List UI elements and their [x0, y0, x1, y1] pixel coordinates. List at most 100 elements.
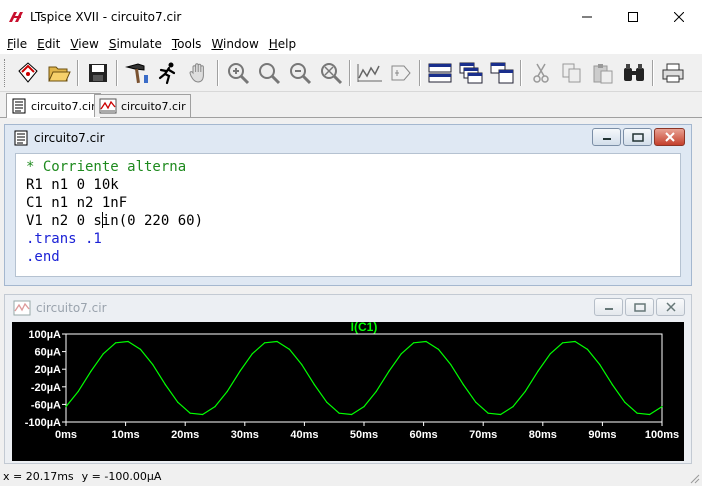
- waveform-icon: [99, 98, 117, 114]
- y-tick-label: -20µA: [31, 382, 61, 394]
- series-line-i-c1: [65, 340, 663, 416]
- plot-window-titlebar[interactable]: circuito7.cir: [5, 295, 691, 320]
- minimize-button[interactable]: [564, 0, 610, 33]
- tab-netlist[interactable]: circuito7.cir: [6, 93, 101, 118]
- series-point: [624, 401, 626, 403]
- open-schematic-button[interactable]: [12, 58, 43, 88]
- title-bar[interactable]: LTspice XVII - circuito7.cir: [0, 0, 702, 33]
- menu-help[interactable]: Help: [264, 37, 301, 51]
- cascade-icon: [459, 62, 482, 83]
- menu-file[interactable]: File: [2, 37, 32, 51]
- series-point: [102, 353, 104, 355]
- maximize-button[interactable]: [610, 0, 656, 33]
- netlist-line: * Corriente alterna: [26, 159, 187, 175]
- menu-edit[interactable]: Edit: [32, 37, 65, 51]
- netlist-window[interactable]: circuito7.cir * Corriente alterna R1 n1 …: [4, 124, 692, 286]
- autorange-button[interactable]: [354, 58, 385, 88]
- series-point: [251, 353, 253, 355]
- tile-horizontal-button[interactable]: [424, 58, 455, 88]
- maximize-icon: [633, 302, 646, 312]
- minimize-icon: [602, 138, 611, 140]
- zoom-full-button[interactable]: [315, 58, 346, 88]
- waveform-plot[interactable]: I(C1) 100µA 60µA 20µA -20µA -60µA -100µA 0ms 10m…: [12, 322, 684, 461]
- series-point: [512, 406, 514, 408]
- zoom-in-icon: [227, 62, 249, 84]
- minimize-icon: [582, 16, 592, 17]
- run-button[interactable]: [152, 58, 183, 88]
- x-tick-label: 90ms: [588, 429, 616, 441]
- print-button[interactable]: [657, 58, 688, 88]
- plot-minimize-button[interactable]: [594, 298, 623, 316]
- menu-simulate[interactable]: Simulate: [104, 37, 167, 51]
- menu-simulate-label: imulate: [116, 36, 162, 51]
- zoom-out-button[interactable]: [284, 58, 315, 88]
- menu-bar: File Edit View Simulate Tools Window Hel…: [0, 33, 702, 54]
- resize-grip-icon[interactable]: [688, 472, 700, 484]
- series-point: [524, 390, 527, 392]
- series-point: [351, 413, 353, 416]
- netlist-editor[interactable]: * Corriente alterna R1 n1 0 10k C1 n1 n2…: [15, 153, 681, 277]
- close-button[interactable]: [656, 0, 702, 33]
- save-button[interactable]: [82, 58, 113, 88]
- tab-waveform[interactable]: circuito7.cir: [94, 94, 191, 117]
- menu-window[interactable]: Window: [206, 37, 263, 51]
- tile-vertical-button[interactable]: [486, 58, 517, 88]
- copy-button[interactable]: [556, 58, 587, 88]
- y-tick-label: 20µA: [34, 364, 61, 376]
- waveform-chart[interactable]: I(C1) 100µA 60µA 20µA -20µA -60µA -100µA0ms 10m…: [12, 322, 684, 461]
- menu-tools[interactable]: Tools: [167, 37, 207, 51]
- netlist-window-titlebar[interactable]: circuito7.cir: [5, 125, 691, 150]
- halt-button[interactable]: [183, 58, 214, 88]
- netlist-close-button[interactable]: [654, 128, 685, 146]
- x-tick-label: 10ms: [112, 429, 140, 441]
- y-tick-label: 60µA: [34, 347, 61, 359]
- toolbar-separator: [349, 59, 351, 86]
- cut-button[interactable]: [525, 58, 556, 88]
- open-folder-icon: [47, 66, 71, 81]
- menu-tools-label: ools: [177, 36, 202, 51]
- tab-netlist-label: circuito7.cir: [31, 99, 96, 113]
- x-tick-label: 0ms: [55, 429, 77, 441]
- series-point: [475, 401, 477, 403]
- control-panel-hammer-icon: [124, 62, 148, 83]
- toolbar: [0, 54, 702, 92]
- menu-edit-accel: E: [37, 36, 45, 51]
- series-point: [115, 342, 117, 344]
- menu-view[interactable]: View: [65, 37, 103, 51]
- find-button[interactable]: [618, 58, 649, 88]
- zoom-area-button[interactable]: [253, 58, 284, 88]
- toolbar-separator: [77, 59, 79, 86]
- zoom-full-icon: [320, 62, 342, 84]
- zoom-in-button[interactable]: [222, 58, 253, 88]
- plot-close-button[interactable]: [656, 298, 685, 316]
- halt-hand-icon: [189, 62, 204, 83]
- series-point: [388, 370, 390, 372]
- x-tick-label: 60ms: [410, 429, 438, 441]
- probe-button[interactable]: [385, 58, 416, 88]
- series-point: [400, 353, 402, 355]
- series-point: [500, 413, 502, 416]
- control-panel-button[interactable]: [121, 58, 152, 88]
- plot-maximize-button[interactable]: [625, 298, 654, 316]
- mdi-workspace: circuito7.cir * Corriente alterna R1 n1 …: [0, 118, 702, 466]
- open-button[interactable]: [43, 58, 74, 88]
- netlist-maximize-button[interactable]: [623, 128, 652, 146]
- plot-window[interactable]: circuito7.cir I(C1) 100µA 60µA 20µA -20µA -60…: [4, 294, 692, 464]
- cascade-button[interactable]: [455, 58, 486, 88]
- print-icon: [662, 63, 683, 82]
- x-readout: x = 20.17ms: [3, 469, 74, 483]
- netlist-text-after-caret: in(0 220 60): [101, 213, 204, 229]
- series-point: [549, 353, 551, 355]
- save-icon: [88, 63, 107, 82]
- series-point: [264, 342, 266, 344]
- menu-view-label: iew: [78, 36, 99, 51]
- netlist-minimize-button[interactable]: [592, 128, 621, 146]
- series-point: [326, 401, 328, 403]
- series-point: [437, 348, 440, 350]
- series-point: [487, 412, 489, 414]
- paste-button[interactable]: [587, 58, 618, 88]
- y-tick-label: 100µA: [28, 329, 61, 341]
- toolbar-grip[interactable]: [4, 58, 8, 87]
- series-point: [288, 348, 291, 350]
- series-point: [562, 342, 564, 344]
